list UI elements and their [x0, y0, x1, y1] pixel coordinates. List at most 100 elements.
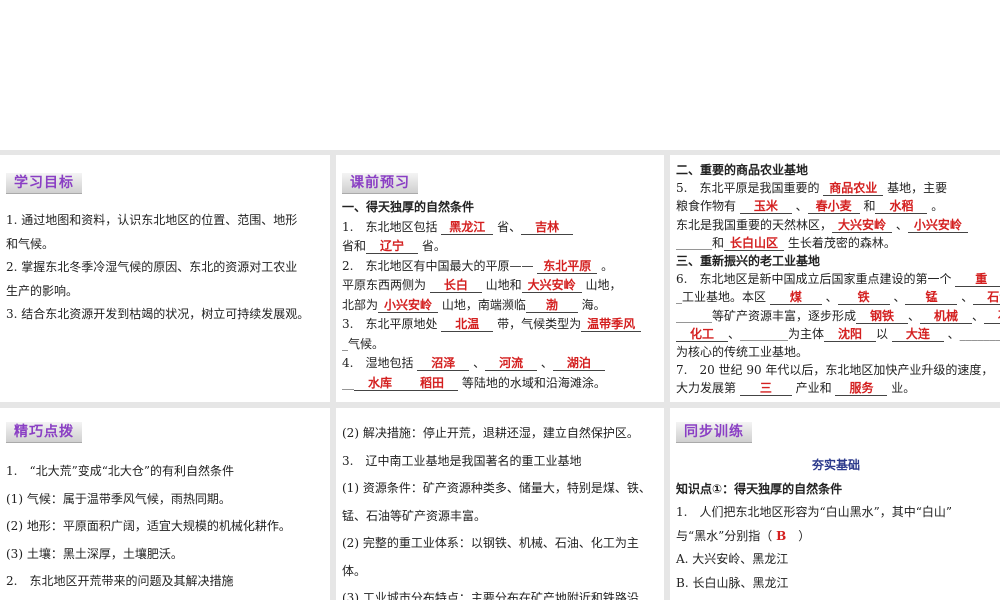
text-line: 和气候。 [6, 233, 326, 257]
section-badge: 同步训练 [676, 422, 752, 443]
text-segment: 为核心的传统工业基地。 [676, 344, 809, 359]
text-line: 体。 [342, 558, 660, 586]
answer-blank: 沼泽 [417, 356, 470, 371]
text-line: 2. 东北地区有中国最大的平原—— 东北平原 。 [342, 257, 660, 277]
text-line: 三、重新振兴的老工业基地 [676, 252, 996, 270]
text-segment: _工业基地。本区 [676, 290, 770, 305]
text-line: 夯实基础 [676, 454, 996, 478]
text-line: 5. 东北平原是我国重要的 商品农业 基地，主要 [676, 179, 996, 197]
text-segment: (2) 地形：平原面积广阔，适宜大规模的机械化耕作。 [6, 519, 291, 533]
text-line: B. 长白山脉、黑龙江 [676, 572, 996, 596]
text-segment: _气候。 [342, 336, 385, 351]
answer-blank: 钢铁 [856, 309, 909, 324]
text-line: 3. 东北平原地处 北温 带，气候类型为 温带季风 [342, 315, 660, 335]
text-segment: (3) 土壤：黑土深厚，土壤肥沃。 [6, 546, 183, 561]
text-line: 2. 东北地区开荒带来的问题及其解决措施 [6, 568, 326, 596]
text-segment: 、 [537, 356, 553, 370]
text-segment: 1. “北大荒”变成“北大仓”的有利自然条件 [6, 464, 234, 478]
answer-blank: 春小麦 [807, 199, 860, 215]
text-lines: 1. “北大荒”变成“北大仓”的有利自然条件 (1) 气候：属于温带季风气候，雨热… [6, 458, 326, 596]
text-segment: 生产的影响。 [6, 283, 79, 298]
text-segment: 。 [597, 258, 614, 273]
answer-blank: 温带季风 [581, 317, 642, 332]
text-segment: 3. 辽中南工业基地是我国著名的重工业基地 [342, 453, 582, 468]
text-segment: 省。 [418, 239, 446, 253]
text-segment: 3. 东北平原地处 [342, 317, 442, 331]
answer-blank: 大兴安岭 [832, 218, 893, 233]
text-segment: 海。 [577, 297, 606, 312]
text-segment: 2. 东北地区开荒带来的问题及其解决措施 [6, 574, 234, 588]
answer-blank: 石油 [973, 290, 1000, 306]
text-segment: 4. 湿地包括 [342, 356, 418, 370]
text-segment: 平原东西两侧为 [342, 278, 430, 292]
text-line: (2) 解决措施：停止开荒，退耕还湿，建立自然保护区。 [342, 420, 660, 448]
text-line: 东北是我国重要的天然林区， 大兴安岭 、小兴安岭 [676, 216, 996, 234]
text-segment: ______等矿产资源丰富，逐步形成 [676, 308, 857, 323]
text-line: 1. “北大荒”变成“北大仓”的有利自然条件 [6, 458, 326, 486]
answer-blank: 河流 [485, 356, 538, 371]
text-segment: 、________ [947, 326, 1000, 341]
text-line: (3) 工业城市分布特点：主要分布在矿产地附近和铁路沿 [342, 585, 660, 600]
text-line: 6. 东北地区是新中国成立后国家重点建设的第一个 重 [676, 270, 1000, 288]
text-segment: 以 [876, 326, 892, 341]
text-segment: ______和 [676, 235, 725, 250]
answer-blank: 长白 [429, 278, 482, 293]
panel-key-points-continued: (2) 解决措施：停止开荒，退耕还湿，建立自然保护区。 3. 辽中南工业基地是我国… [336, 408, 664, 600]
answer-blank: 吉林 [521, 220, 574, 235]
text-segment: 省、 [493, 219, 522, 234]
section-heading: 三、重新振兴的老工业基地 [676, 253, 821, 268]
text-segment: __ [342, 375, 354, 390]
text-segment: A. 大兴安岭、黑龙江 [676, 552, 789, 566]
text-segment: 3. 结合东北资源开发到枯竭的状况，树立可持续发展观。 [6, 307, 310, 321]
text-line: 1. 人们把东北地区形容为“白山黑水”，其中“白山” [676, 501, 996, 525]
text-segment: 粮食作物有 [676, 199, 740, 214]
panel-practice: 同步训练 夯实基础 知识点①：得天独厚的自然条件 1. 人们把东北地区形容为“白山黑水… [670, 408, 1000, 600]
text-segment: 带，气候类型为 [493, 317, 582, 331]
answer-blank: 辽宁 [366, 239, 419, 254]
text-segment: (3) 工业城市分布特点：主要分布在矿产地附近和铁路沿 [342, 591, 639, 600]
answer-blank: 化工 [676, 327, 728, 342]
panel-preview-continued: 二、重要的商品农业基地 5. 东北平原是我国重要的 商品农业 基地，主要 粮食作物有… [670, 155, 1000, 402]
answer-blank: 湖泊 [552, 356, 605, 371]
text-segment: 5. 东北平原是我国重要的 [676, 181, 824, 196]
text-segment: 、 [892, 217, 908, 232]
text-line: 1. 通过地图和资料，认识东北地区的位置、范围、地形 [6, 209, 326, 233]
text-line: (3) 土壤：黑土深厚，土壤肥沃。 [6, 541, 326, 569]
text-line: (2) 完整的重工业体系：以钢铁、机械、石油、化工为主 [342, 530, 660, 558]
answer-blank: 石油 [984, 309, 1000, 324]
answer-blank: 三 [739, 381, 792, 397]
text-segment: 基地，主要 [883, 181, 948, 196]
answer-blank: 渤 [525, 298, 578, 313]
text-segment: 7. 20 世纪 90 年代以后，东北地区加快产业升级的速度， [676, 363, 994, 378]
text-segment: 6. 东北地区是新中国成立后国家重点建设的第一个 [676, 272, 956, 287]
section-heading: 一、得天独厚的自然条件 [342, 200, 475, 214]
text-segment: 山地， [581, 278, 622, 292]
text-segment: (1) 资源条件：矿产资源种类多、储量大，特别是煤、铁、 [342, 481, 651, 495]
text-lines: 1. 通过地图和资料，认识东北地区的位置、范围、地形 和气候。 2. 掌握东北冬季冷… [6, 209, 326, 327]
text-segment: (2) 解决措施：停止开荒，退耕还湿，建立自然保护区。 [342, 426, 639, 440]
answer-blank: 长白山区 [724, 236, 785, 251]
text-line: (1) 资源条件：矿产资源种类多、储量大，特别是煤、铁、 [342, 475, 660, 503]
text-line: 2. 掌握东北冬季冷湿气候的原因、东北的资源对工农业 [6, 256, 326, 280]
text-line: (1) 气候：属于温带季风气候，雨热同期。 [6, 486, 326, 514]
text-line: 二、重要的商品农业基地 [676, 161, 996, 179]
text-segment: 、 [821, 290, 838, 305]
text-line: ______和 长白山区 生长着茂密的森林。 [676, 234, 996, 252]
answer-blank: 铁 [837, 290, 890, 306]
blank-header-area [0, 0, 1000, 150]
text-segment: 锰、石油等矿产资源丰富。 [342, 508, 487, 523]
text-segment: 、 [889, 290, 906, 305]
text-line: 大力发展第 三 产业和 服务 业。 [676, 379, 996, 397]
answer-blank: 商品农业 [823, 181, 884, 197]
section-badge: 精巧点拨 [6, 422, 82, 443]
answer-blank: 煤 [769, 290, 822, 306]
answer-blank: 锰 [905, 290, 958, 306]
text-segment: B. 长白山脉、黑龙江 [676, 575, 789, 590]
text-line: 3. 辽中南工业基地是我国著名的重工业基地 [342, 448, 660, 476]
text-segment: 和 [859, 199, 876, 214]
text-segment: 夯实基础 [811, 458, 860, 472]
text-line: 3. 结合东北资源开发到枯竭的状况，树立可持续发展观。 [6, 303, 326, 327]
text-line: 北部为 小兴安岭 山地，南端濒临渤 海。 [342, 296, 660, 316]
answer-blank: 小兴安岭 [907, 218, 968, 233]
text-segment: 、________为主体 [728, 326, 825, 341]
